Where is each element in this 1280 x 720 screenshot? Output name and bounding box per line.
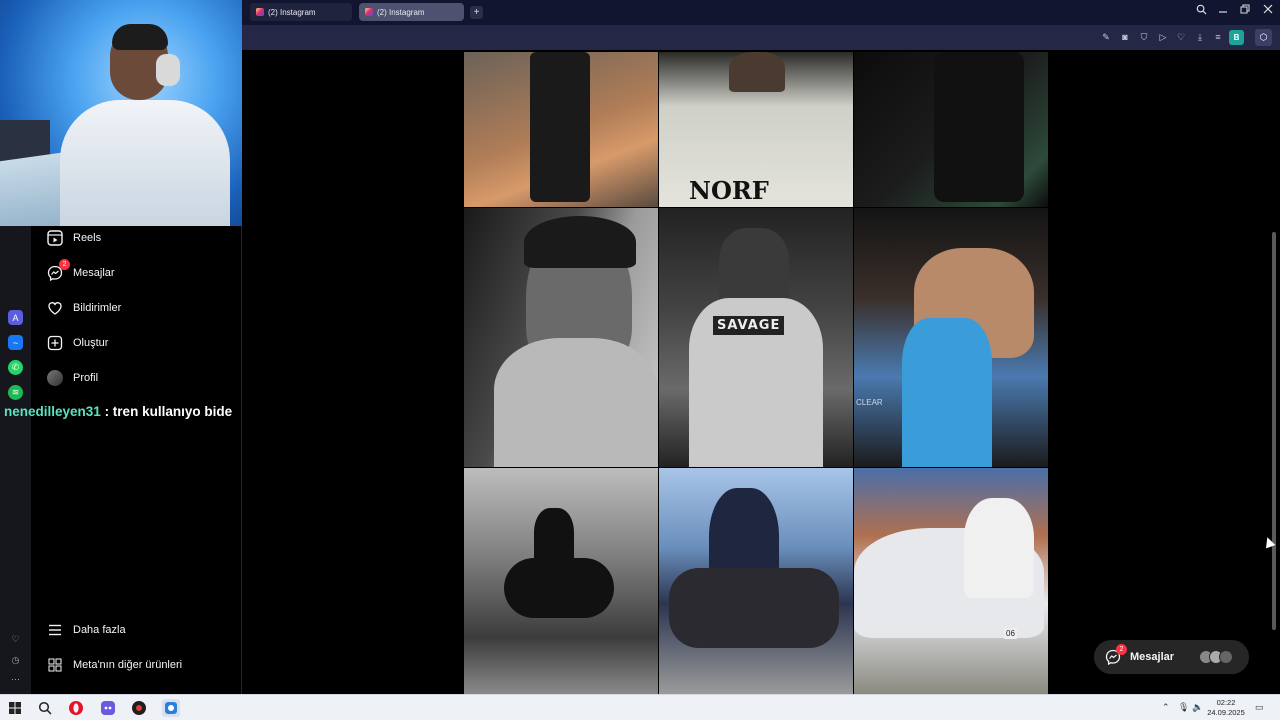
sidebar-item-messages[interactable]: 2 Mesajlar <box>45 259 115 286</box>
history-icon[interactable]: ◷ <box>8 653 23 668</box>
opera-icon[interactable] <box>68 700 84 716</box>
clock-time: 02:22 <box>1216 698 1236 707</box>
microphone-icon[interactable]: 🎙 <box>1178 702 1189 713</box>
tab-title: (2) Instagram <box>268 7 316 17</box>
headset-icon <box>156 54 180 86</box>
clock-date: 24.09.2025 <box>1207 708 1245 717</box>
download-icon[interactable]: ⤓ <box>1194 31 1206 43</box>
instagram-favicon-icon <box>365 8 373 16</box>
webcam-person-body <box>60 100 230 226</box>
close-icon[interactable] <box>1260 4 1276 17</box>
sidebar-item-label: Daha fazla <box>73 624 126 636</box>
whatsapp-icon[interactable]: ✆ <box>8 360 23 375</box>
profile-avatar <box>45 368 65 388</box>
discord-icon[interactable] <box>100 700 116 716</box>
webcam-overlay <box>0 0 242 226</box>
avatar <box>47 370 63 386</box>
instagram-favicon-icon <box>256 8 264 16</box>
chevron-up-icon[interactable]: ⌃ <box>1162 702 1170 713</box>
edit-icon[interactable]: ✎ <box>1100 31 1112 43</box>
messenger-icon[interactable]: ~ <box>8 335 23 350</box>
messages-button-label: Mesajlar <box>1130 651 1175 663</box>
browser-toolbar: ✎ ◙ ⛉ ▷ ♡ ⤓ ≡ B ⬡ <box>242 25 1280 50</box>
chat-text: : tren kullanıyo bide <box>104 404 233 419</box>
notification-badge: 2 <box>59 259 70 270</box>
restore-button[interactable] <box>1237 4 1253 17</box>
heart-icon <box>45 298 65 318</box>
scrollbar-thumb[interactable] <box>1272 232 1276 630</box>
more-icon[interactable]: ⋯ <box>8 672 23 687</box>
sidebar-item-label: Meta'nın diğer ürünleri <box>73 659 183 671</box>
spotify-icon[interactable]: ≋ <box>8 385 23 400</box>
sidebar-item-meta-products[interactable]: Meta'nın diğer ürünleri <box>45 652 182 678</box>
notification-badge: 2 <box>1116 644 1127 655</box>
sidebar-item-label: Reels <box>73 232 102 244</box>
profile-feed: NORF SAVAGE CLEAR 06 <box>243 50 1268 694</box>
system-clock[interactable]: 02:22 24.09.2025 <box>1205 698 1247 718</box>
browser-tab-bar: (2) Instagram (2) Instagram + <box>242 0 1280 25</box>
post-thumbnail[interactable] <box>464 208 658 467</box>
post-grid: NORF SAVAGE CLEAR 06 <box>464 52 1048 694</box>
plus-square-icon <box>45 333 65 353</box>
post-thumbnail[interactable] <box>464 468 658 694</box>
grid-icon <box>45 655 65 675</box>
windows-start-icon[interactable] <box>7 700 23 716</box>
menu-icon[interactable]: ≡ <box>1212 31 1224 43</box>
reels-icon <box>45 228 65 248</box>
minimize-button[interactable] <box>1215 4 1231 17</box>
messages-float-button[interactable]: 2 Mesajlar <box>1094 640 1249 674</box>
opera-sidebar: A ~ ✆ ≋ ♡ ◷ ⋯ <box>0 226 31 694</box>
chat-username: nenedilleyen31 <box>4 404 101 419</box>
heart-icon[interactable]: ♡ <box>1175 31 1187 43</box>
search-icon[interactable] <box>1193 4 1209 18</box>
sidebar-item-label: Bildirimler <box>73 302 122 314</box>
license-plate-text: 06 <box>1004 628 1017 639</box>
sidebar-item-create[interactable]: Oluştur <box>45 330 108 356</box>
messenger-icon: 2 <box>1104 644 1127 666</box>
speaker-icon[interactable]: 🔈 <box>1192 702 1203 713</box>
hamburger-icon <box>45 620 65 640</box>
browser-tab-active[interactable]: (2) Instagram <box>359 3 464 21</box>
search-icon[interactable] <box>37 700 53 716</box>
post-thumbnail[interactable] <box>854 52 1048 207</box>
shirt-print-text: NORF <box>689 176 769 205</box>
cube-icon[interactable]: ⬡ <box>1255 29 1272 46</box>
gym-sign-text: CLEAR <box>856 398 883 407</box>
messenger-icon: 2 <box>45 259 70 283</box>
post-thumbnail[interactable] <box>464 52 658 207</box>
post-thumbnail[interactable]: SAVAGE <box>659 208 853 467</box>
post-thumbnail[interactable]: NORF <box>659 52 853 207</box>
windows-taskbar: ⌃ 🎙 🔈 02:22 24.09.2025 ▭ <box>0 694 1280 720</box>
shirt-print-text: SAVAGE <box>713 316 785 335</box>
play-icon[interactable]: ▷ <box>1157 31 1169 43</box>
tab-title: (2) Instagram <box>377 7 425 17</box>
app-icon-active[interactable] <box>162 699 180 717</box>
instagram-sidebar: Reels 2 Mesajlar Bildirimler Oluştur Pro… <box>31 226 242 694</box>
sidebar-item-label: Profil <box>73 372 99 384</box>
post-thumbnail[interactable]: CLEAR <box>854 208 1048 467</box>
sidebar-item-profile[interactable]: Profil <box>45 365 98 391</box>
post-thumbnail[interactable]: 06 <box>854 468 1048 694</box>
heart-icon[interactable]: ♡ <box>8 632 23 647</box>
profile-badge[interactable]: B <box>1229 30 1244 45</box>
conversation-avatars <box>1199 650 1233 664</box>
sidebar-item-notifications[interactable]: Bildirimler <box>45 295 121 321</box>
stream-chat-message: nenedilleyen31 : tren kullanıyo bide <box>4 404 232 419</box>
sidebar-item-label: Oluştur <box>73 337 109 349</box>
notification-center-icon[interactable]: ▭ <box>1255 702 1264 713</box>
screen: (2) Instagram (2) Instagram + ✎ ◙ ⛉ ▷ ♡ … <box>0 0 1280 720</box>
webcam-person-hair <box>112 24 168 50</box>
obs-icon[interactable] <box>131 700 147 716</box>
sidebar-item-label: Mesajlar <box>73 267 115 279</box>
browser-tab[interactable]: (2) Instagram <box>250 3 352 21</box>
sidebar-item-reels[interactable]: Reels <box>45 225 101 251</box>
camera-icon[interactable]: ◙ <box>1119 31 1131 43</box>
shield-icon[interactable]: ⛉ <box>1138 31 1150 43</box>
post-thumbnail[interactable] <box>659 468 853 694</box>
new-tab-button[interactable]: + <box>470 6 483 19</box>
aria-icon[interactable]: A <box>8 310 23 325</box>
sidebar-item-more[interactable]: Daha fazla <box>45 617 126 643</box>
